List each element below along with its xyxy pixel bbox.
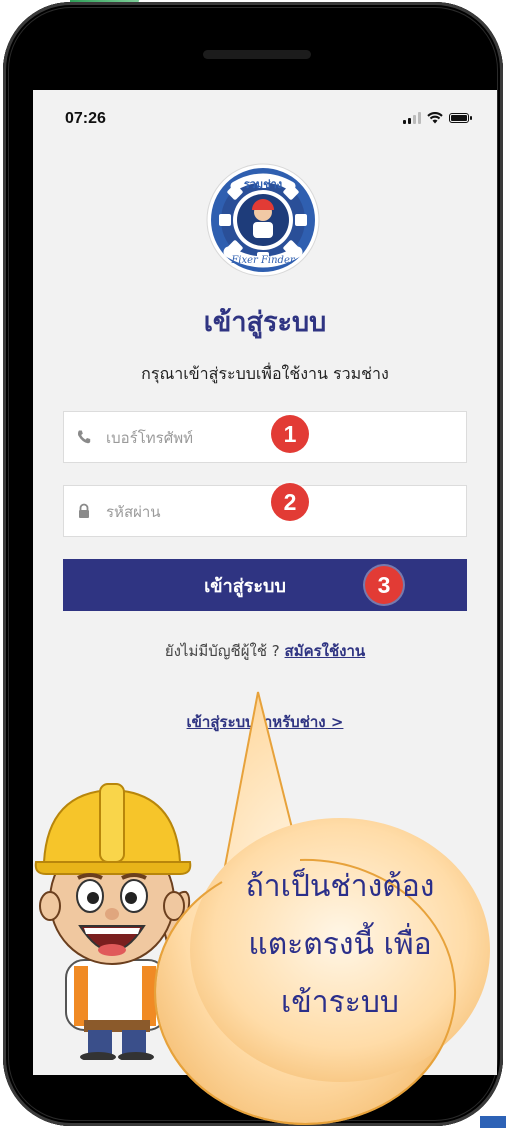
- login-button[interactable]: เข้าสู่ระบบ: [63, 559, 467, 611]
- home-indicator[interactable]: [185, 1052, 345, 1058]
- technician-login-link[interactable]: เข้าสู่ระบบสำหรับช่าง >: [33, 710, 497, 734]
- status-time: 07:26: [65, 110, 106, 127]
- callout-line-1: ถ้าเป็นช่างต้อง: [245, 869, 435, 904]
- step-badge-1: 1: [271, 415, 309, 453]
- password-field[interactable]: [63, 485, 467, 538]
- logo-arc-text: รวมช่าง: [244, 178, 282, 191]
- app-logo: รวมช่าง Fixer Finder: [206, 163, 320, 277]
- step-badge-2: 2: [271, 483, 309, 521]
- status-bar: 07:26: [33, 90, 497, 150]
- battery-icon: [449, 113, 472, 123]
- page-title: เข้าสู่ระบบ: [203, 307, 327, 338]
- phone-speaker: [203, 50, 311, 59]
- page-subtitle: กรุณาเข้าสู่ระบบเพื่อใช้งาน รวมช่าง: [141, 364, 389, 383]
- phone-icon: [77, 430, 91, 444]
- step-badge-3: 3: [365, 566, 403, 604]
- signal-icon: [403, 112, 421, 124]
- status-icons: [403, 112, 472, 124]
- corner-decoration-bottom: [480, 1116, 506, 1128]
- signup-prompt: ยังไม่มีบัญชีผู้ใช้ ? สมัครใช้งาน: [33, 639, 497, 663]
- phone-field[interactable]: [63, 411, 467, 464]
- worker-mascot-illustration: [34, 783, 192, 1060]
- no-account-text: ยังไม่มีบัญชีผู้ใช้ ?: [164, 642, 280, 660]
- callout-line-2: แตะตรงนี้ เพื่อ: [248, 927, 432, 962]
- logo-caption: Fixer Finder: [230, 255, 296, 266]
- signup-link[interactable]: สมัครใช้งาน: [285, 642, 366, 660]
- callout-line-3: เข้าระบบ: [281, 985, 399, 1020]
- wifi-icon: [427, 112, 443, 124]
- lock-icon: [79, 503, 89, 518]
